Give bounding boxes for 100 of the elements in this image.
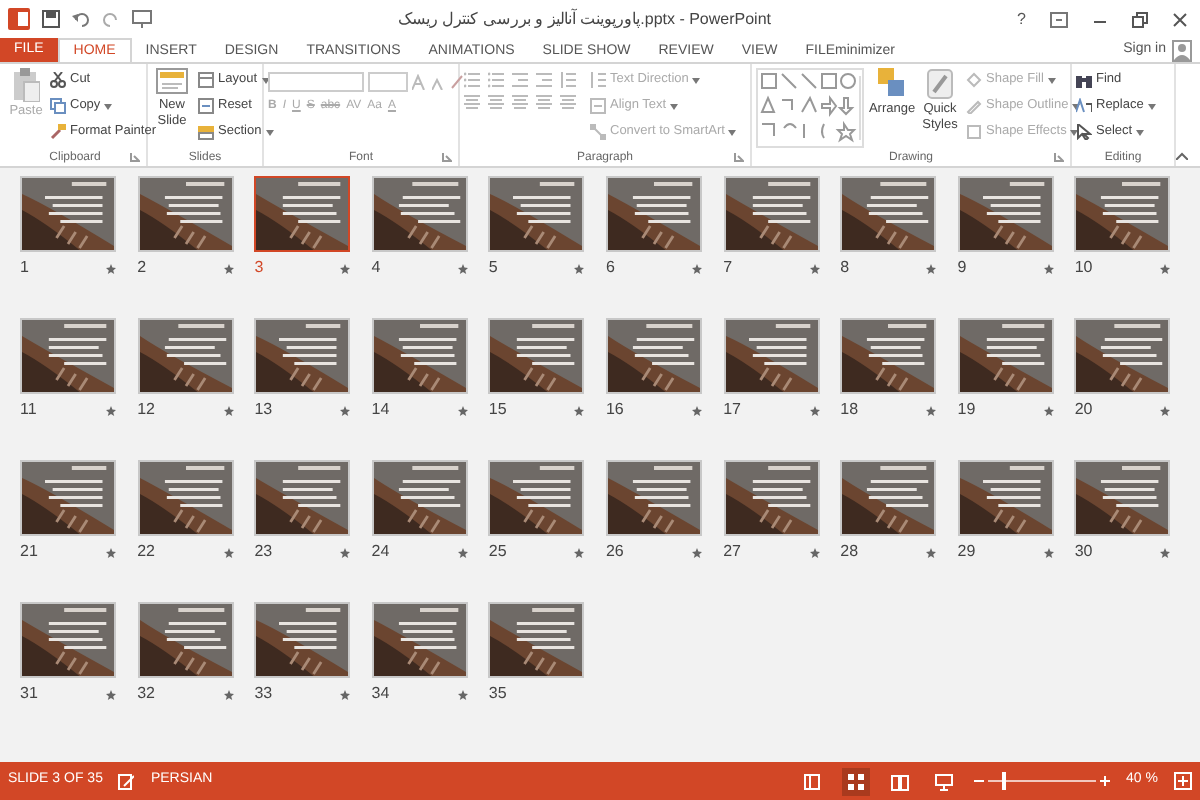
slide-thumbnail[interactable] (488, 176, 585, 252)
slide-number: 2 (137, 256, 147, 280)
view-button[interactable] (842, 767, 871, 795)
slide-number: 27 (723, 540, 741, 564)
powerpoint-logo-icon[interactable] (8, 8, 30, 30)
slide-number: 22 (137, 540, 155, 564)
fit-slide-icon[interactable] (1174, 772, 1192, 790)
reading-view-icon (890, 771, 911, 791)
slide-number: 7 (723, 256, 733, 280)
caret-icon (104, 103, 113, 109)
slide-thumbnail[interactable] (254, 602, 351, 678)
slide-number: 16 (605, 398, 624, 422)
save-icon[interactable] (42, 10, 60, 28)
scissors-icon (50, 72, 66, 88)
zoom-out-icon[interactable] (974, 776, 985, 786)
caret-icon (1070, 129, 1079, 135)
align-text-icon (590, 98, 606, 114)
slide-thumbnail[interactable] (254, 460, 351, 536)
notes-icon[interactable] (118, 773, 135, 789)
slide-number: 14 (371, 398, 390, 422)
slide-thumbnail[interactable] (605, 460, 702, 536)
slide-number: 19 (957, 398, 976, 422)
slide-thumbnail[interactable] (254, 318, 351, 394)
slide-thumbnail[interactable] (488, 318, 585, 394)
normal-view-icon (802, 771, 823, 791)
dialog-launcher-icon[interactable] (130, 152, 140, 162)
shapes-gallery-drawing[interactable] (756, 68, 864, 148)
slide-thumbnail[interactable] (1074, 318, 1171, 394)
slide-thumbnail[interactable] (371, 318, 468, 394)
zoom-slider-thumb[interactable] (1002, 772, 1007, 790)
undo-icon[interactable] (72, 10, 90, 28)
slide-number: 32 (137, 682, 155, 706)
caret-icon (265, 129, 274, 135)
dialog-launcher-icon[interactable] (442, 152, 452, 162)
restore-icon[interactable] (1132, 11, 1148, 27)
slide-thumbnail[interactable] (840, 460, 937, 536)
slide-number: 13 (254, 398, 273, 422)
slide-number: 24 (371, 540, 390, 564)
pencil-icon (966, 98, 982, 114)
slide-number: 35 (488, 682, 507, 706)
slide-thumbnail[interactable] (957, 318, 1054, 394)
slide-thumbnail[interactable] (840, 318, 937, 394)
slide-thumbnail[interactable] (723, 318, 820, 394)
dialog-launcher-icon[interactable] (734, 152, 744, 162)
slide-number: 5 (488, 256, 498, 280)
slide-thumbnail[interactable] (371, 176, 468, 252)
slide-number: 28 (840, 540, 859, 564)
slide-number: 30 (1074, 540, 1093, 564)
copy-icon (50, 98, 66, 114)
slide-thumbnail[interactable] (371, 602, 468, 678)
section-icon (198, 124, 214, 140)
arrange-icon (878, 68, 906, 100)
slide-number: 9 (957, 256, 967, 280)
layout-icon (198, 72, 214, 88)
slide-thumbnail[interactable] (488, 602, 585, 678)
slide-number: 15 (488, 398, 507, 422)
slide-thumbnail[interactable] (488, 460, 585, 536)
slide-thumbnail[interactable] (723, 176, 820, 252)
slide-thumbnail[interactable] (20, 602, 116, 678)
slide-thumbnail[interactable] (137, 176, 234, 252)
paint-bucket-icon (966, 72, 982, 88)
font-size-field[interactable] (368, 72, 408, 92)
slide-thumbnail[interactable] (137, 318, 234, 394)
help-button[interactable]: ? (1017, 7, 1026, 31)
zoom-in-icon[interactable] (1100, 776, 1111, 786)
slide-number: 4 (371, 256, 381, 280)
close-icon[interactable] (1172, 11, 1188, 27)
presentation-icon[interactable] (132, 10, 152, 28)
slide-thumbnail[interactable] (1074, 460, 1171, 536)
text-direction-icon (590, 72, 606, 88)
slide-thumbnail[interactable] (605, 176, 702, 252)
caret-icon (1072, 103, 1081, 109)
caret-icon (670, 103, 679, 109)
slide-thumbnail[interactable] (840, 176, 937, 252)
slide-number: 1 (20, 256, 29, 280)
slide-thumbnail[interactable] (254, 176, 351, 252)
slide-thumbnail[interactable] (137, 602, 234, 678)
slide-thumbnail[interactable] (371, 460, 468, 536)
slide-thumbnail[interactable] (20, 460, 116, 536)
quick-styles-icon (926, 68, 954, 100)
dialog-launcher-icon[interactable] (1054, 152, 1064, 162)
caret-icon (1047, 77, 1056, 83)
slide-number: 26 (605, 540, 624, 564)
caret-icon (1147, 103, 1156, 109)
slide-thumbnail[interactable] (20, 176, 116, 252)
slide-thumbnail[interactable] (723, 460, 820, 536)
slide-thumbnail[interactable] (605, 318, 702, 394)
slide-number: 17 (723, 398, 741, 422)
slide-thumbnail[interactable] (137, 460, 234, 536)
ribbon-display-icon[interactable] (1050, 11, 1068, 27)
slide-thumbnail[interactable] (1074, 176, 1171, 252)
slide-number: 23 (254, 540, 273, 564)
collapse-ribbon-icon[interactable] (1176, 152, 1188, 160)
slide-thumbnail[interactable] (957, 460, 1054, 536)
font-name-field[interactable] (268, 72, 364, 92)
slide-thumbnail[interactable] (957, 176, 1054, 252)
slide-thumbnail[interactable] (20, 318, 116, 394)
user-avatar-icon[interactable] (1172, 40, 1192, 62)
window-title: پاورپوینت آنالیز و بررسی کنترل ریسک.pptx - PowerPoint (396, 7, 774, 31)
slide-number: 31 (20, 682, 38, 706)
